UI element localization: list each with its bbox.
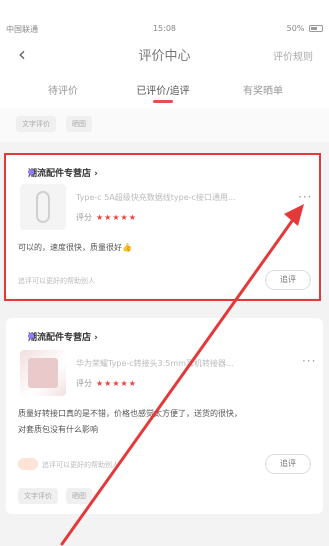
annotation-arrow (60, 204, 304, 546)
